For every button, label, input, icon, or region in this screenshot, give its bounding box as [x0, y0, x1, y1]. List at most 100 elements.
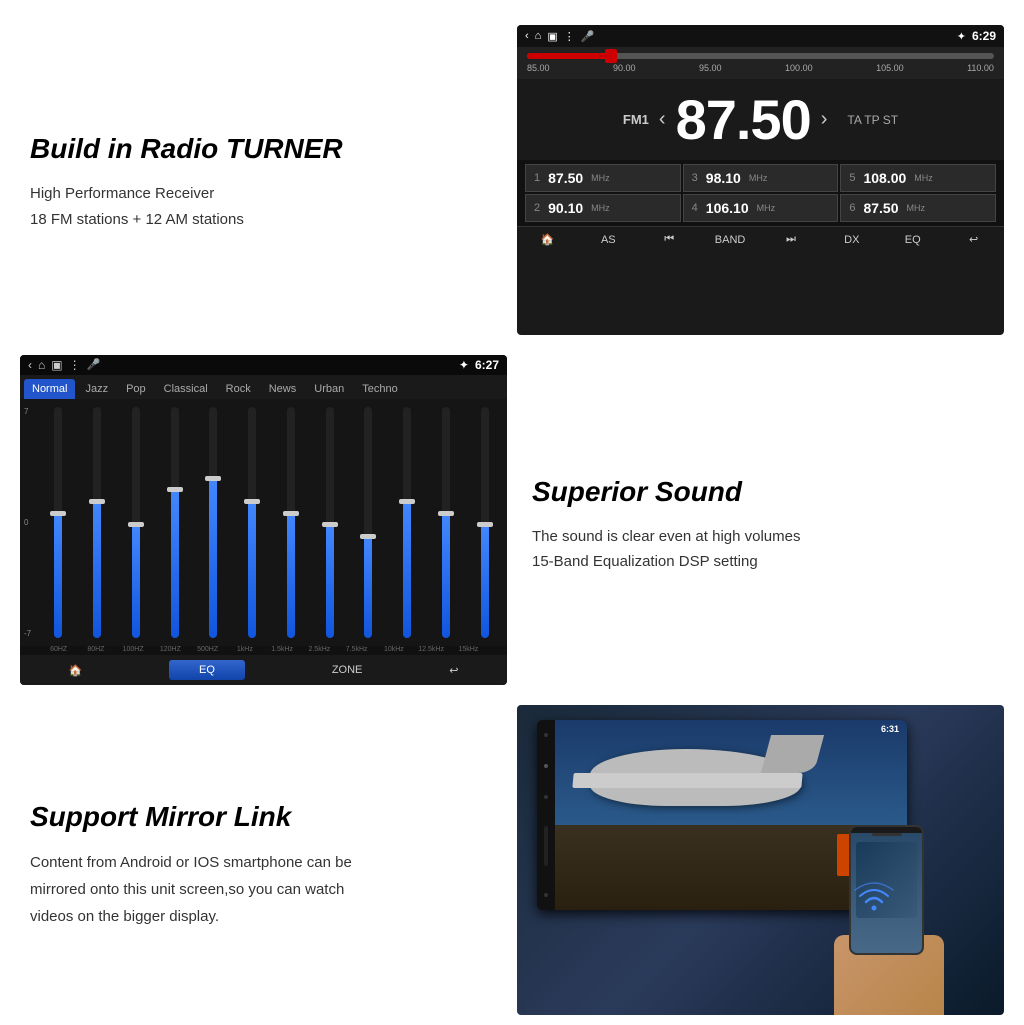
mirror-screen-section: 6:31: [512, 695, 1014, 1025]
preset-3[interactable]: 3 98.10 MHz: [683, 164, 839, 192]
eq-band-120hz[interactable]: [156, 403, 193, 642]
plane-wings: [572, 773, 802, 788]
eq-band-80hz[interactable]: [79, 403, 116, 642]
unit-indicator-4: [544, 893, 548, 897]
eq-freq-500: 500HZ: [189, 646, 226, 653]
mirror-screen-time: 6:31: [881, 724, 899, 734]
freq-band-label: FM1: [623, 112, 649, 127]
freq-label-85: 85.00: [527, 63, 550, 73]
sound-desc2: 15-Band Equalization DSP setting: [532, 549, 994, 575]
eq-band-1khz[interactable]: [234, 403, 271, 642]
eq-tab-news[interactable]: News: [261, 379, 305, 399]
eq-home-icon[interactable]: ⌂: [38, 358, 45, 372]
eq-freq-100: 100HZ: [115, 646, 152, 653]
unit-vol-control[interactable]: [544, 826, 548, 866]
nav-as-btn[interactable]: AS: [588, 234, 628, 246]
preset-6[interactable]: 6 87.50 MHz: [840, 194, 996, 222]
preset-num-1: 1: [534, 172, 540, 184]
phone-speaker: [872, 833, 902, 836]
radio-desc1: High Performance Receiver: [30, 181, 492, 207]
eq-tab-jazz[interactable]: Jazz: [77, 379, 116, 399]
eq-nav-icons: ‹ ⌂ ▣ ⋮ 🎤: [28, 358, 100, 372]
freq-track[interactable]: [527, 53, 994, 59]
eq-menu-icon[interactable]: ⋮: [69, 358, 81, 372]
radio-desc2: 18 FM stations + 12 AM stations: [30, 207, 492, 233]
preset-num-6: 6: [849, 202, 855, 214]
preset-freq-3: 98.10: [706, 170, 741, 186]
nav-back-btn[interactable]: ↩: [954, 233, 994, 246]
eq-tab-classical[interactable]: Classical: [156, 379, 216, 399]
preset-1[interactable]: 1 87.50 MHz: [525, 164, 681, 192]
freq-label-105: 105.00: [876, 63, 904, 73]
eq-freq-1-5k: 1.5kHz: [264, 646, 301, 653]
eq-freq-60: 60HZ: [40, 646, 77, 653]
mirror-section-text: Support Mirror Link Content from Android…: [10, 695, 512, 1025]
eq-home-btn[interactable]: 🏠: [68, 664, 82, 677]
freq-needle: [605, 49, 617, 63]
eq-back-icon[interactable]: ‹: [28, 358, 32, 372]
preset-mhz-1: MHz: [591, 173, 610, 183]
unit-indicator-2: [544, 764, 548, 768]
eq-tab-pop[interactable]: Pop: [118, 379, 154, 399]
eq-eq-btn[interactable]: EQ: [169, 660, 245, 680]
eq-freq-80: 80HZ: [77, 646, 114, 653]
eq-band-15khz[interactable]: [466, 403, 503, 642]
eq-right-icons: ✦ 6:27: [459, 358, 499, 372]
status-nav-icons: ‹ ⌂ ▣ ⋮ 🎤: [525, 30, 594, 43]
freq-label-110: 110.00: [967, 63, 994, 73]
eq-freq-7-5k: 7.5kHz: [338, 646, 375, 653]
freq-next-button[interactable]: ›: [821, 108, 828, 131]
eq-band-12-5khz[interactable]: [428, 403, 465, 642]
freq-number-display: 87.50: [676, 87, 811, 152]
radio-status-bar: ‹ ⌂ ▣ ⋮ 🎤 ✦ 6:29: [517, 25, 1004, 47]
freq-label-90: 90.00: [613, 63, 636, 73]
eq-band-2-5khz[interactable]: [311, 403, 348, 642]
preset-4[interactable]: 4 106.10 MHz: [683, 194, 839, 222]
eq-tab-normal[interactable]: Normal: [24, 379, 75, 399]
nav-next-btn[interactable]: ⏭: [771, 233, 811, 246]
eq-square-icon[interactable]: ▣: [51, 358, 62, 372]
eq-status-time: 6:27: [475, 358, 499, 372]
freq-prev-button[interactable]: ‹: [659, 108, 666, 131]
eq-screen-section: ‹ ⌂ ▣ ⋮ 🎤 ✦ 6:27 Normal Jazz Pop Classic…: [10, 345, 512, 695]
nav-home-btn[interactable]: 🏠: [527, 233, 567, 246]
phone-with-hand: [834, 935, 944, 1015]
eq-back-btn[interactable]: ↩: [449, 664, 458, 677]
eq-freq-10k: 10kHz: [375, 646, 412, 653]
preset-mhz-4: MHz: [757, 203, 776, 213]
eq-band-10khz[interactable]: [389, 403, 426, 642]
mirror-title: Support Mirror Link: [30, 801, 492, 833]
menu-icon[interactable]: ⋮: [564, 30, 575, 43]
preset-mhz-3: MHz: [749, 173, 768, 183]
eq-tab-rock[interactable]: Rock: [218, 379, 259, 399]
unit-indicator-3: [544, 795, 548, 799]
eq-band-1-5khz[interactable]: [273, 403, 310, 642]
nav-band-btn[interactable]: BAND: [710, 234, 750, 246]
preset-5[interactable]: 5 108.00 MHz: [840, 164, 996, 192]
nav-dx-btn[interactable]: DX: [832, 234, 872, 246]
nav-prev-btn[interactable]: ⏮: [649, 233, 689, 246]
square-icon[interactable]: ▣: [547, 30, 557, 43]
nav-eq-btn[interactable]: EQ: [893, 234, 933, 246]
eq-freq-15k: 15kHz: [450, 646, 487, 653]
eq-band-100hz[interactable]: [118, 403, 155, 642]
eq-tab-urban[interactable]: Urban: [306, 379, 352, 399]
preset-num-5: 5: [849, 172, 855, 184]
eq-scale-0: 0: [24, 518, 40, 527]
eq-band-500hz[interactable]: [195, 403, 232, 642]
eq-freq-1k: 1kHz: [226, 646, 263, 653]
eq-band-60hz[interactable]: [40, 403, 77, 642]
eq-main-area: 7 0 -7: [20, 399, 507, 646]
radio-title: Build in Radio TURNER: [30, 133, 492, 165]
home-icon[interactable]: ⌂: [535, 30, 542, 42]
sound-desc1: The sound is clear even at high volumes: [532, 524, 994, 550]
freq-scale-labels: 85.00 90.00 95.00 100.00 105.00 110.00: [527, 63, 994, 73]
eq-freq-labels-row: 60HZ 80HZ 100HZ 120HZ 500HZ 1kHz 1.5kHz …: [20, 646, 507, 655]
eq-tab-techno[interactable]: Techno: [354, 379, 405, 399]
eq-zone-btn[interactable]: ZONE: [332, 664, 363, 676]
freq-slider-area[interactable]: 85.00 90.00 95.00 100.00 105.00 110.00: [517, 47, 1004, 79]
eq-band-7-5khz[interactable]: [350, 403, 387, 642]
back-icon[interactable]: ‹: [525, 30, 529, 42]
eq-freq-120: 120HZ: [152, 646, 189, 653]
preset-2[interactable]: 2 90.10 MHz: [525, 194, 681, 222]
